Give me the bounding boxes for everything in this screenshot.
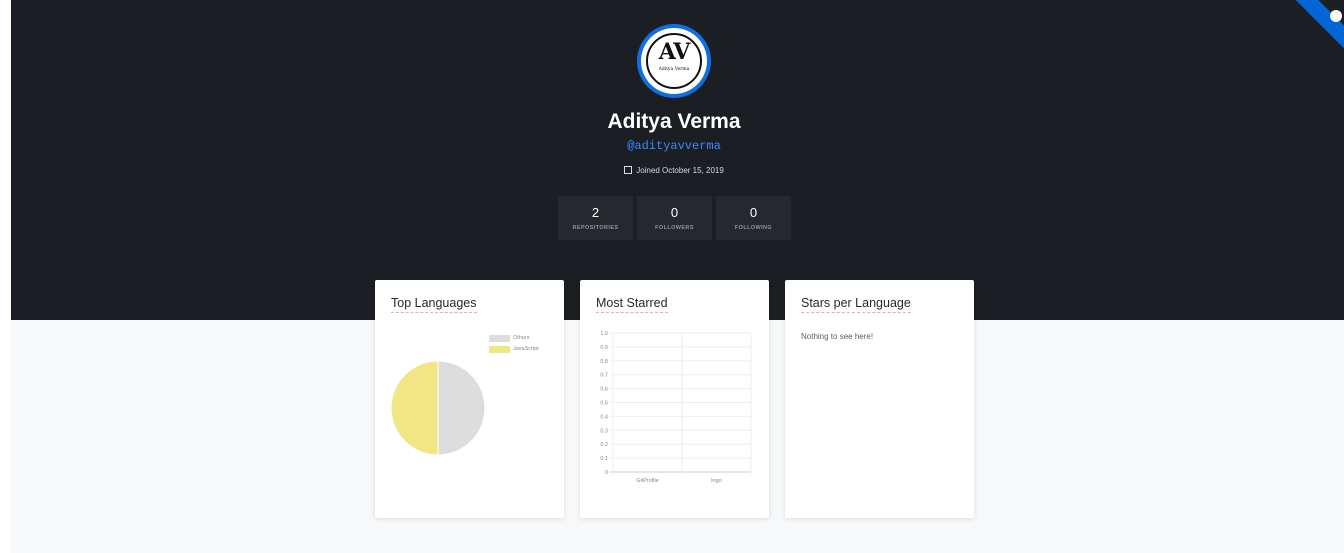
stat-value: 2 [591, 205, 600, 220]
y-tick-label: 1.0 [600, 331, 608, 337]
y-tick-label: 0.6 [600, 387, 608, 393]
github-corner-link[interactable] [1294, 0, 1344, 50]
languages-pie-chart [390, 360, 486, 456]
stat-followers: 0 FOLLOWERS [637, 196, 712, 240]
stat-value: 0 [670, 205, 679, 220]
y-tick-label: 0.1 [600, 456, 608, 462]
top-languages-card: Top Languages Others JavaScript [375, 280, 564, 518]
stars-per-language-card: Stars per Language Nothing to see here! [785, 280, 974, 518]
avatar-image: AV Aditya Verma [641, 28, 707, 94]
y-tick-label: 0.4 [600, 414, 608, 420]
user-handle-link[interactable]: @adityavverma [574, 139, 774, 153]
most-starred-card: Most Starred 1.0 0.9 0.8 0.7 0.6 0.5 0.4 0.3 0.2… [580, 280, 769, 518]
pie-slice-others [437, 360, 486, 456]
y-tick-label: 0.7 [600, 373, 608, 379]
pie-slice-javascript [390, 360, 439, 456]
y-tick-label: 0.9 [600, 345, 608, 351]
joined-text: Joined October 15, 2019 [636, 166, 724, 175]
y-tick-label: 0.2 [600, 442, 608, 448]
stat-label: FOLLOWING [734, 225, 773, 231]
stat-label: REPOSITORIES [572, 225, 619, 231]
avatar: AV Aditya Verma [637, 24, 711, 98]
y-tick-label: 0.5 [600, 401, 608, 407]
page: AV Aditya Verma Aditya Verma @adityavver… [11, 0, 1344, 553]
x-tick-label: GitProfile [636, 478, 659, 484]
stat-value: 0 [749, 205, 758, 220]
y-tick-label: 0 [605, 470, 608, 476]
y-tick-label: 0.8 [600, 359, 608, 365]
most-starred-bar-chart: 1.0 0.9 0.8 0.7 0.6 0.5 0.4 0.3 0.2 0.1 0 GitProfil… [600, 331, 752, 484]
calendar-icon [624, 166, 633, 174]
empty-message: Nothing to see here! [801, 332, 874, 341]
avatar-subtext: Aditya Verma [658, 67, 690, 72]
stat-repositories: 2 REPOSITORIES [558, 196, 633, 240]
avatar-initials: AV [658, 39, 691, 65]
y-tick-label: 0.3 [600, 428, 608, 434]
stat-label: FOLLOWERS [655, 225, 694, 231]
user-name: Aditya Verma [607, 110, 741, 133]
joined-date: Joined October 15, 2019 [574, 166, 774, 175]
stat-following: 0 FOLLOWING [716, 196, 791, 240]
card-title: Stars per Language [801, 296, 911, 313]
x-tick-label: logo [711, 478, 721, 484]
corner-ribbon-band [1294, 0, 1344, 50]
github-octocat-icon [1330, 10, 1342, 22]
